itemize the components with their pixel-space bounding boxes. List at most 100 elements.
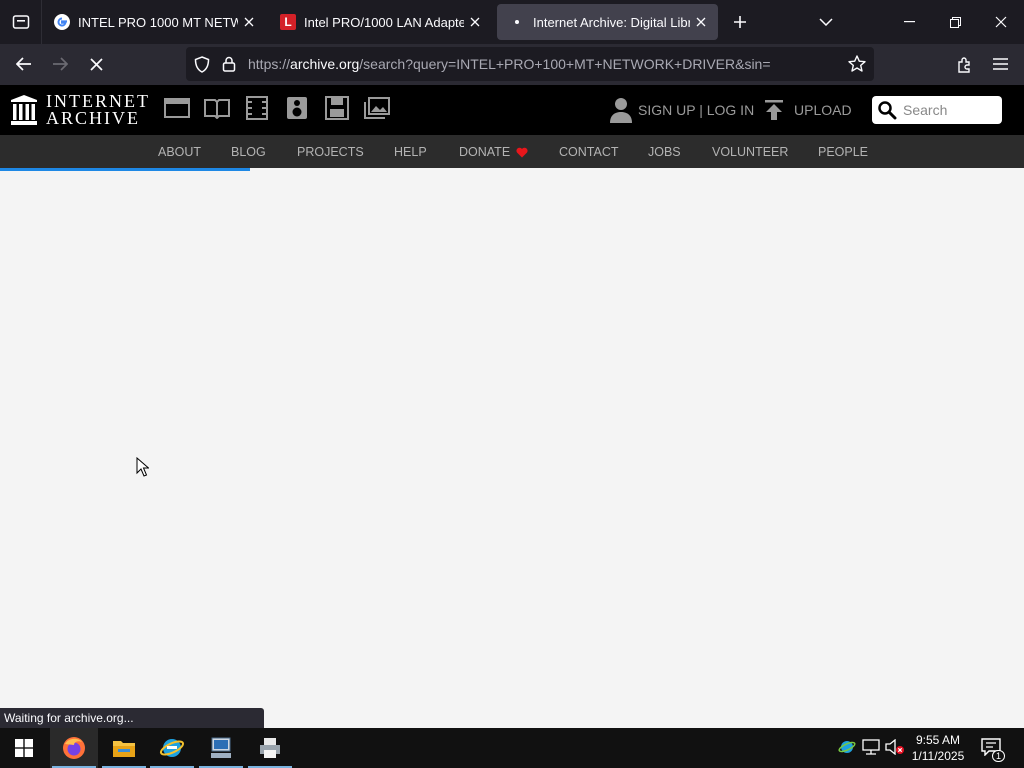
extensions-button[interactable]	[948, 48, 980, 80]
start-button[interactable]	[0, 728, 48, 768]
search-placeholder: Search	[903, 102, 948, 118]
network-status-icon[interactable]	[860, 736, 882, 758]
sign-up-login-label: SIGN UP | LOG IN	[638, 102, 755, 118]
file-explorer-icon	[113, 741, 135, 757]
navigation-toolbar: https://archive.org/search?query=INTEL+P…	[0, 44, 1024, 85]
url-path: /search?query=INTEL+PRO+100+MT+NETWORK+D…	[359, 56, 771, 72]
ia-top-bar: INTERNET ARCHIVE SIGN UP | LOG IN UPLOAD…	[0, 85, 1024, 135]
texts-icon[interactable]	[204, 95, 230, 121]
software-icon[interactable]	[324, 95, 350, 121]
audio-icon[interactable]	[284, 95, 310, 121]
firefox-icon	[63, 737, 85, 759]
volume-muted-icon[interactable]	[884, 736, 906, 758]
stop-icon	[89, 57, 103, 71]
close-tab-icon[interactable]	[238, 11, 260, 33]
internet-explorer-icon	[159, 739, 185, 757]
page-content-area	[0, 171, 1024, 728]
taskbar-internet-explorer[interactable]	[148, 728, 196, 768]
url-bar[interactable]: https://archive.org/search?query=INTEL+P…	[186, 47, 874, 81]
nav-jobs[interactable]: JOBS	[648, 145, 681, 159]
nav-blog[interactable]: BLOG	[231, 145, 266, 159]
upload-label: UPLOAD	[794, 102, 852, 118]
app-menu-button[interactable]	[984, 48, 1016, 80]
nav-people[interactable]: PEOPLE	[818, 145, 868, 159]
nav-donate[interactable]: DONATE	[459, 145, 528, 159]
arrow-right-icon	[53, 57, 68, 71]
tab-internet-archive[interactable]: Internet Archive: Digital Library	[497, 4, 718, 40]
plus-icon	[734, 16, 746, 28]
search-icon	[878, 101, 897, 120]
new-tab-button[interactable]	[717, 0, 763, 44]
browser-tab-strip: INTEL PRO 1000 MT NETWORK L Intel PRO/10…	[0, 0, 1024, 44]
lock-icon[interactable]	[222, 56, 236, 77]
tracking-protection-shield-icon[interactable]	[194, 56, 210, 78]
ia-logo-line2: ARCHIVE	[46, 108, 140, 128]
status-panel: Waiting for archive.org...	[0, 708, 264, 728]
video-icon[interactable]	[244, 95, 270, 121]
windows-taskbar: 9:55 AM 1/11/2025 1	[0, 728, 1024, 768]
firefox-view-icon	[12, 15, 29, 29]
upload-icon	[765, 100, 783, 120]
nav-help[interactable]: HELP	[394, 145, 427, 159]
taskbar-clock[interactable]: 9:55 AM 1/11/2025	[908, 732, 968, 764]
ia-search-box[interactable]: Search	[872, 96, 1002, 124]
printer-icon	[260, 738, 280, 758]
nav-about[interactable]: ABOUT	[158, 145, 201, 159]
web-icon[interactable]	[164, 95, 190, 121]
close-icon	[995, 16, 1007, 28]
list-all-tabs-button[interactable]	[803, 0, 849, 44]
archive-building-icon	[11, 95, 37, 125]
restore-icon	[949, 16, 961, 28]
action-center-button[interactable]: 1	[980, 736, 1005, 762]
mouse-pointer-icon	[136, 456, 150, 482]
url-scheme: https://	[248, 56, 291, 72]
taskbar-printer-app[interactable]	[246, 728, 294, 768]
tab-intel-adapter[interactable]: L Intel PRO/1000 LAN Adapter Sof	[268, 4, 492, 40]
tab-title: Internet Archive: Digital Library	[533, 14, 690, 30]
loading-dot-icon	[509, 14, 525, 30]
close-tab-icon[interactable]	[464, 11, 486, 33]
url-text[interactable]: https://archive.org/search?query=INTEL+P…	[248, 56, 771, 72]
restore-button[interactable]	[932, 0, 978, 44]
taskbar-file-explorer[interactable]	[100, 728, 148, 768]
taskbar-firefox[interactable]	[50, 728, 98, 768]
clock-date: 1/11/2025	[911, 749, 965, 763]
tab-intel-search[interactable]: INTEL PRO 1000 MT NETWORK	[42, 4, 266, 40]
minimize-button[interactable]	[886, 0, 932, 44]
nav-contact[interactable]: CONTACT	[559, 145, 619, 159]
tray-network-app-icon[interactable]	[836, 736, 858, 758]
close-window-button[interactable]	[978, 0, 1024, 44]
windows-logo-icon	[15, 739, 33, 757]
ia-logo-text: INTERNET ARCHIVE	[46, 92, 150, 128]
taskbar-network-app[interactable]	[197, 728, 245, 768]
nav-donate-label: DONATE	[459, 145, 511, 159]
close-tab-icon[interactable]	[690, 11, 712, 33]
firefox-view-button[interactable]	[0, 0, 42, 44]
url-host: archive.org	[290, 56, 360, 72]
stop-loading-button[interactable]	[80, 48, 112, 80]
user-icon	[610, 98, 632, 123]
letter-l-icon: L	[280, 14, 296, 30]
forward-button[interactable]	[44, 48, 76, 80]
favicon-letter: L	[284, 15, 292, 29]
minimize-icon	[903, 21, 915, 23]
clock-time: 9:55 AM	[915, 733, 961, 747]
nav-projects[interactable]: PROJECTS	[297, 145, 364, 159]
nav-volunteer[interactable]: VOLUNTEER	[712, 145, 788, 159]
upload-link[interactable]: UPLOAD	[764, 97, 852, 123]
ia-logo-link[interactable]: INTERNET ARCHIVE	[10, 92, 150, 128]
chevron-down-icon	[819, 18, 833, 26]
images-icon[interactable]	[364, 95, 390, 121]
hamburger-icon	[992, 58, 1008, 70]
bookmark-star-icon[interactable]	[848, 55, 866, 77]
google-icon	[54, 14, 70, 30]
sign-up-login-link[interactable]: SIGN UP | LOG IN	[610, 97, 754, 123]
notification-count: 1	[991, 750, 1005, 762]
back-button[interactable]	[8, 48, 40, 80]
puzzle-icon	[957, 56, 970, 73]
tab-title: INTEL PRO 1000 MT NETWORK	[78, 14, 238, 30]
heart-icon	[516, 147, 528, 157]
arrow-left-icon	[16, 57, 31, 71]
tab-title: Intel PRO/1000 LAN Adapter Sof	[304, 14, 464, 30]
ia-secondary-nav: ABOUT BLOG PROJECTS HELP DONATE CONTACT …	[0, 135, 1024, 168]
